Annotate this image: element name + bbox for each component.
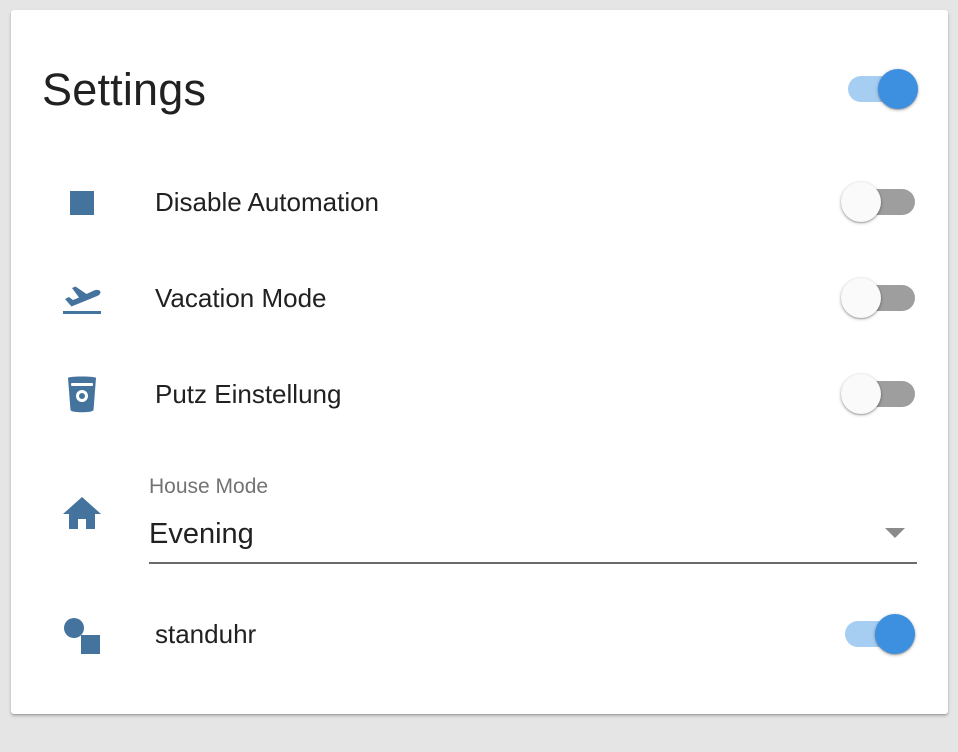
home-icon bbox=[60, 491, 104, 535]
dropdown-arrow-icon[interactable] bbox=[885, 528, 905, 538]
disable-automation-toggle[interactable] bbox=[841, 181, 917, 222]
vacation-mode-toggle[interactable] bbox=[841, 277, 917, 318]
toggle-thumb bbox=[878, 69, 918, 109]
toggle-thumb bbox=[841, 374, 881, 414]
row-label-disable-automation: Disable Automation bbox=[155, 187, 380, 217]
toggle-thumb bbox=[841, 182, 881, 222]
airplane-takeoff-icon bbox=[60, 276, 104, 320]
toggle-thumb bbox=[875, 614, 915, 654]
shapes-icon bbox=[60, 614, 104, 658]
row-label-putz-einstellung: Putz Einstellung bbox=[155, 379, 342, 409]
trash-bucket-icon bbox=[60, 373, 104, 417]
card-title: Settings bbox=[42, 64, 207, 115]
row-label-standuhr: standuhr bbox=[155, 619, 257, 649]
select-underline bbox=[149, 562, 917, 564]
house-mode-select[interactable]: House Mode Evening bbox=[149, 474, 917, 564]
row-label-vacation-mode: Vacation Mode bbox=[155, 283, 327, 313]
settings-card: Settings Disable Automation Vacation Mod… bbox=[11, 10, 948, 714]
house-mode-label: House Mode bbox=[149, 475, 269, 498]
house-mode-value: Evening bbox=[149, 518, 254, 550]
putz-einstellung-toggle[interactable] bbox=[841, 373, 917, 414]
stop-icon bbox=[60, 181, 104, 225]
settings-group-toggle[interactable] bbox=[844, 68, 920, 109]
toggle-thumb bbox=[841, 278, 881, 318]
standuhr-toggle[interactable] bbox=[841, 613, 917, 654]
